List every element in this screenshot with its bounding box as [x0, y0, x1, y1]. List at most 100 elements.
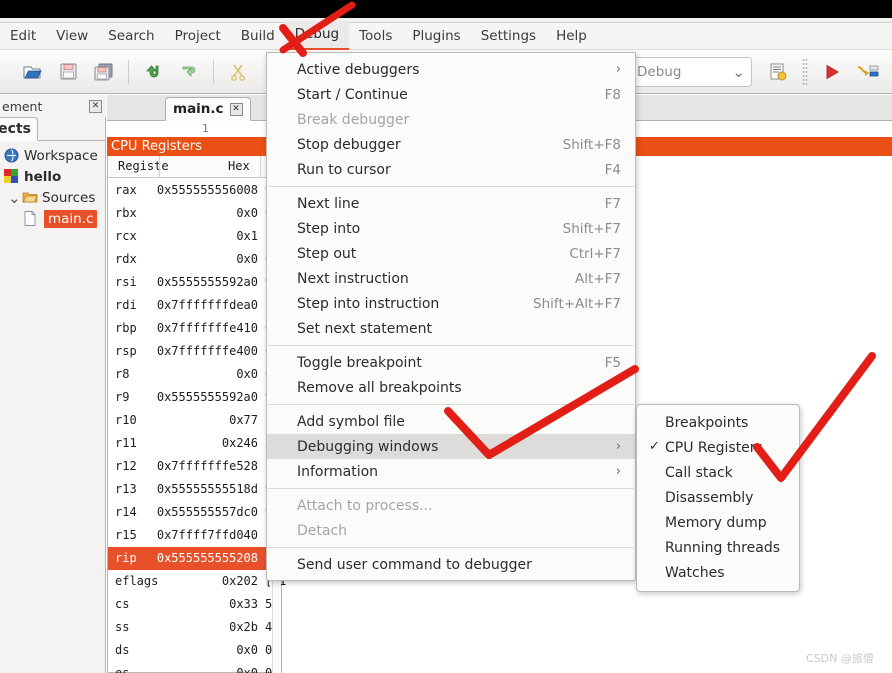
management-tabstrip: jects	[0, 117, 106, 141]
register-row[interactable]: rbp0x7fffffffe4100x7	[108, 317, 287, 340]
menubar-item-tools[interactable]: Tools	[349, 23, 402, 50]
register-row[interactable]: rsp0x7fffffffe4000x7	[108, 340, 287, 363]
register-row[interactable]: r80x00	[108, 363, 283, 386]
debugging-windows-item-memory-dump[interactable]: Memory dump	[637, 510, 799, 535]
app-window: Edit View Search Project Build Debug Tools Plug…	[0, 0, 892, 673]
debug-menu-item-remove-all-breakpoints[interactable]: Remove all breakpoints	[267, 375, 635, 400]
debugging-windows-item-running-threads[interactable]: Running threads	[637, 535, 799, 560]
tab-projects[interactable]: jects	[0, 117, 38, 141]
register-row[interactable]: rsi0x5555555592a0938	[108, 271, 287, 294]
debug-menu-item-send-user-command-to-debugger[interactable]: Send user command to debugger	[267, 552, 635, 577]
register-hex-value: 0x1	[236, 229, 258, 243]
column-header-register[interactable]: Registe	[118, 159, 169, 173]
open-file-icon[interactable]	[14, 56, 50, 88]
debug-menu-item-debugging-windows[interactable]: Debugging windows ›	[267, 434, 635, 459]
menubar-item-view[interactable]: View	[46, 23, 98, 50]
chevron-down-icon[interactable]: ⌄	[8, 190, 22, 205]
close-icon[interactable]: ✕	[89, 99, 102, 113]
register-row[interactable]: rcx0x11	[108, 225, 283, 248]
register-row[interactable]: r90x5555555592a0938	[108, 386, 287, 409]
menu-item-label: Watches	[665, 564, 725, 581]
menu-item-label: Step out	[297, 245, 357, 262]
debug-menu-item-step-out[interactable]: Step out Ctrl+F7	[267, 241, 635, 266]
menu-item-shortcut: F7	[604, 195, 621, 212]
register-name: ss	[115, 620, 130, 634]
debug-menu-item-active-debuggers[interactable]: Active debuggers ›	[267, 57, 635, 82]
register-row[interactable]: ds 0x0 0	[108, 639, 283, 662]
menubar-item-build[interactable]: Build	[231, 23, 285, 50]
build-target-combo[interactable]: Debug ⌄	[630, 56, 752, 87]
debugging-windows-item-cpu-registers[interactable]: ✓ CPU Registers	[637, 435, 799, 460]
management-panel: ement ✕ jects Workspace hello⌄ Sources main…	[0, 95, 106, 673]
debug-menu-item-start-continue[interactable]: Start / Continue F8	[267, 82, 635, 107]
menubar-item-project[interactable]: Project	[165, 23, 231, 50]
debugging-windows-item-call-stack[interactable]: Call stack	[637, 460, 799, 485]
workspace-icon	[4, 148, 20, 164]
debug-menu-item-toggle-breakpoint[interactable]: Toggle breakpoint F5	[267, 350, 635, 375]
debug-menu-item-set-next-statement[interactable]: Set next statement	[267, 316, 635, 341]
menu-item-label: Toggle breakpoint	[297, 354, 422, 371]
project-icon	[4, 168, 20, 185]
menubar-item-edit[interactable]: Edit	[0, 23, 46, 50]
register-row[interactable]: rbx0x00	[108, 202, 283, 225]
tree-item-label: main.c	[44, 209, 98, 228]
debug-menu-item-stop-debugger[interactable]: Stop debugger Shift+F8	[267, 132, 635, 157]
menu-item-label: Set next statement	[297, 320, 432, 337]
debug-menu-item-next-line[interactable]: Next line F7	[267, 191, 635, 216]
undo-icon[interactable]	[135, 56, 171, 88]
menubar-item-help[interactable]: Help	[546, 23, 597, 50]
register-row[interactable]: rax0x555555556008938	[108, 179, 287, 202]
tree-item-main-c[interactable]: main.c	[0, 208, 106, 229]
tree-item-sources[interactable]: ⌄ Sources	[0, 187, 106, 208]
register-row[interactable]: eflags 0x202[ I	[108, 570, 287, 593]
menubar-item-settings[interactable]: Settings	[471, 23, 546, 50]
debugging-windows-item-disassembly[interactable]: Disassembly	[637, 485, 799, 510]
toolbar-grip[interactable]	[802, 57, 808, 86]
register-hex-value: 0x33	[229, 597, 258, 611]
editor-tab-main-c[interactable]: main.c ✕	[165, 97, 251, 121]
debug-menu-item-next-instruction[interactable]: Next instruction Alt+F7	[267, 266, 635, 291]
debug-menu-item-add-symbol-file[interactable]: Add symbol file	[267, 409, 635, 434]
debug-continue-icon[interactable]	[850, 56, 886, 88]
cut-icon[interactable]	[220, 56, 256, 88]
debug-menu-item-step-into-instruction[interactable]: Step into instruction Shift+Alt+F7	[267, 291, 635, 316]
register-row[interactable]: cs0x3351	[108, 593, 283, 616]
menubar-item-search[interactable]: Search	[98, 23, 164, 50]
menubar-item-plugins[interactable]: Plugins	[402, 23, 470, 50]
register-row[interactable]: r130x55555555518d938	[108, 478, 287, 501]
debug-menu-item-run-to-cursor[interactable]: Run to cursor F4	[267, 157, 635, 182]
register-row[interactable]: rip0x5555555552080x5	[108, 547, 287, 570]
menubar-item-debug[interactable]: Debug	[284, 21, 350, 51]
menu-item-label: Disassembly	[665, 489, 754, 506]
debug-menu-item-information[interactable]: Information ›	[267, 459, 635, 484]
column-header-hex[interactable]: Hex	[228, 159, 250, 173]
register-row[interactable]: rdi0x7fffffffdea0140	[108, 294, 287, 317]
register-row[interactable]: es 0x0 0	[108, 662, 283, 673]
register-hex-value: 0x7fffffffe410	[156, 321, 258, 335]
register-hex-value: 0x0	[236, 643, 258, 657]
menu-item-label: Active debuggers	[297, 61, 420, 78]
register-row[interactable]: r150x7ffff7ffd040140	[108, 524, 287, 547]
debugging-windows-item-breakpoints[interactable]: Breakpoints	[637, 410, 799, 435]
run-icon[interactable]	[814, 56, 850, 88]
toolbar-separator	[213, 59, 214, 84]
register-row[interactable]: r100x77119	[108, 409, 287, 432]
register-row[interactable]: r110x246582	[108, 432, 287, 455]
save-icon[interactable]	[50, 56, 86, 88]
register-row[interactable]: r120x7fffffffe528140	[108, 455, 287, 478]
tree-item-hello[interactable]: hello	[0, 166, 106, 187]
menu-item-label: Running threads	[665, 539, 781, 556]
register-row[interactable]: rdx0x00	[108, 248, 283, 271]
register-row[interactable]: r140x555555557dc0938	[108, 501, 287, 524]
tree-item-workspace[interactable]: Workspace	[0, 145, 106, 166]
close-icon[interactable]: ✕	[229, 102, 243, 116]
register-row[interactable]: ss0x2b43	[108, 616, 283, 639]
redo-icon[interactable]	[171, 56, 207, 88]
register-hex-value: 0x0	[236, 252, 258, 266]
build-target-settings-icon[interactable]	[760, 56, 796, 88]
debugging-windows-item-watches[interactable]: Watches	[637, 560, 799, 585]
editor-tab-label: main.c	[173, 101, 224, 117]
debug-menu-item-step-into[interactable]: Step into Shift+F7	[267, 216, 635, 241]
save-all-icon[interactable]	[86, 56, 122, 88]
menu-item-label: Detach	[297, 522, 348, 539]
